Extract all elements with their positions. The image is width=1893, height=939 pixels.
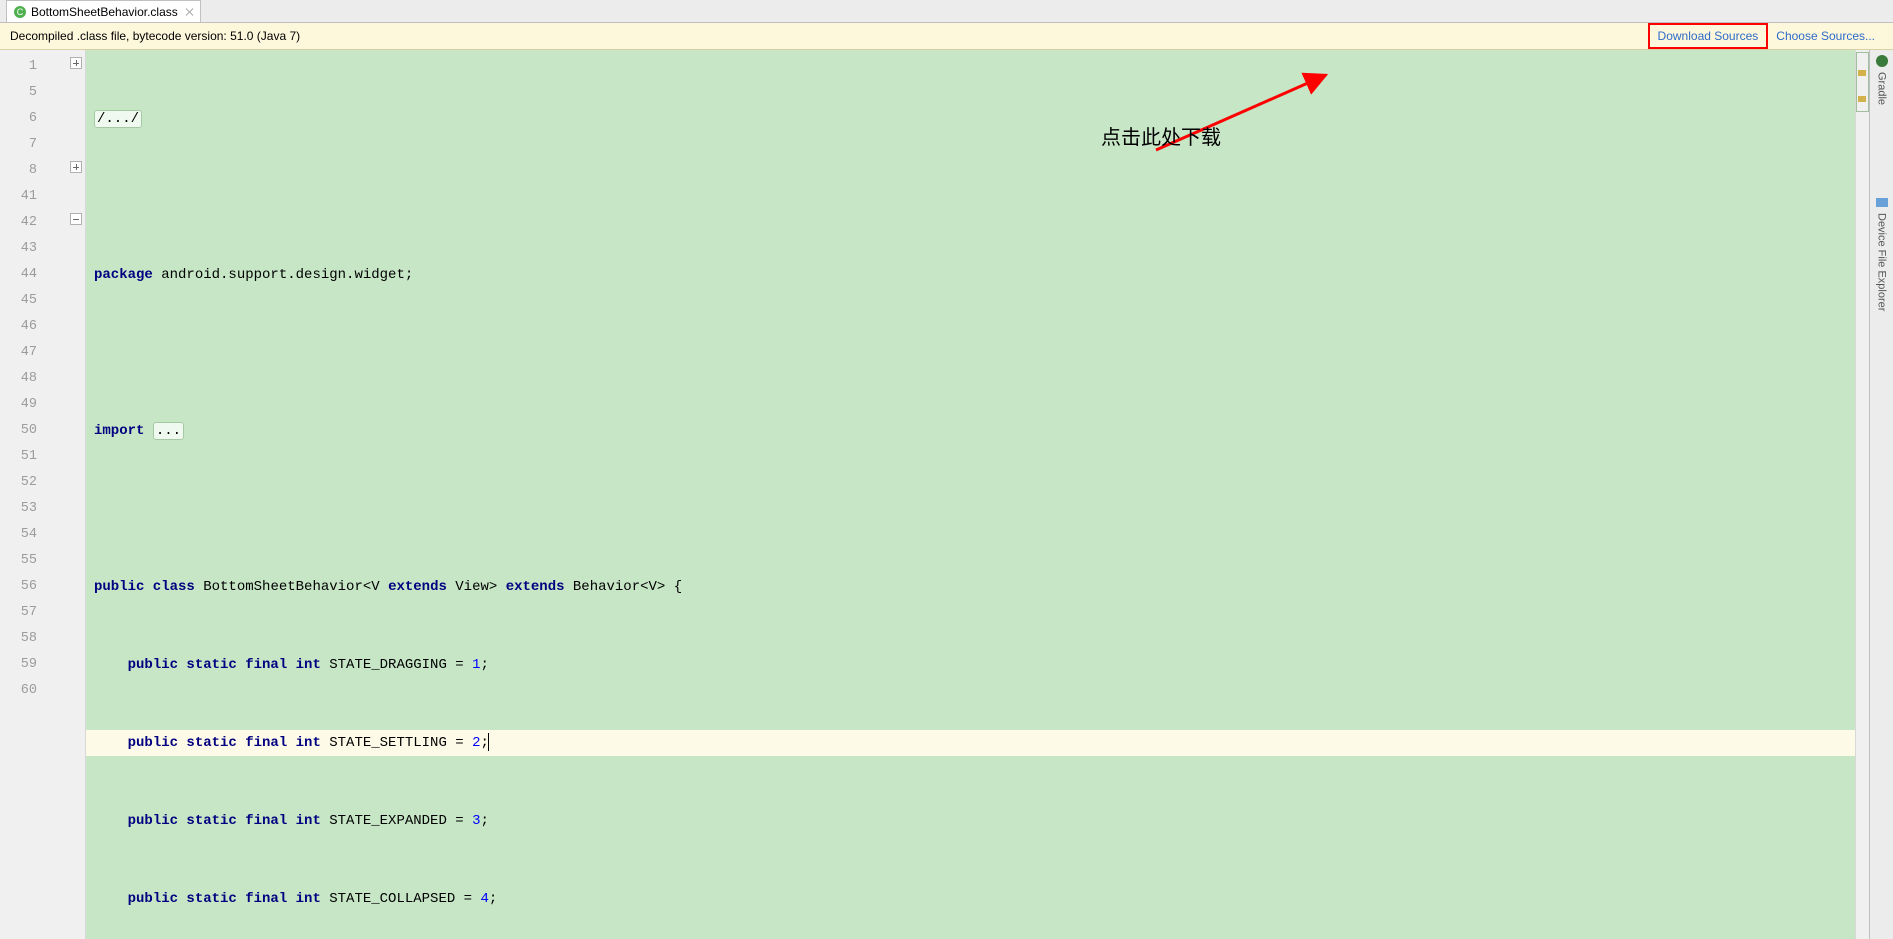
editor-tab-bar: C BottomSheetBehavior.class — [0, 0, 1893, 23]
banner-message: Decompiled .class file, bytecode version… — [10, 29, 300, 43]
tool-window-gradle[interactable]: Gradle — [1875, 54, 1889, 105]
text-caret — [488, 733, 489, 751]
right-tool-strip: Gradle Device File Explorer — [1869, 50, 1893, 939]
code-area[interactable]: /.../ package android.support.design.wid… — [86, 50, 1855, 939]
class-file-icon: C — [13, 5, 27, 19]
editor-tab-label: BottomSheetBehavior.class — [31, 5, 178, 19]
folded-region[interactable]: /.../ — [94, 110, 142, 128]
editor-tab[interactable]: C BottomSheetBehavior.class — [6, 0, 201, 22]
folder-icon — [1875, 195, 1889, 209]
folded-region[interactable]: ... — [153, 422, 184, 440]
gutter: 1 5 6 7 8 41 42 43 44 45 46 47 48 49 50 … — [0, 50, 86, 939]
editor: 1 5 6 7 8 41 42 43 44 45 46 47 48 49 50 … — [0, 50, 1893, 939]
fold-toggle-icon[interactable] — [70, 57, 82, 69]
gradle-icon — [1875, 54, 1889, 68]
error-stripe[interactable] — [1855, 50, 1869, 939]
tool-window-device-file-explorer[interactable]: Device File Explorer — [1875, 195, 1889, 311]
choose-sources-link[interactable]: Choose Sources... — [1768, 25, 1883, 47]
fold-toggle-icon[interactable] — [70, 161, 82, 173]
svg-text:C: C — [17, 7, 24, 17]
close-icon[interactable] — [186, 8, 194, 16]
fold-toggle-icon[interactable] — [70, 213, 82, 225]
decompile-banner: Decompiled .class file, bytecode version… — [0, 23, 1893, 50]
download-sources-link[interactable]: Download Sources — [1648, 23, 1769, 49]
annotation-text: 点击此处下载 — [1101, 125, 1221, 151]
